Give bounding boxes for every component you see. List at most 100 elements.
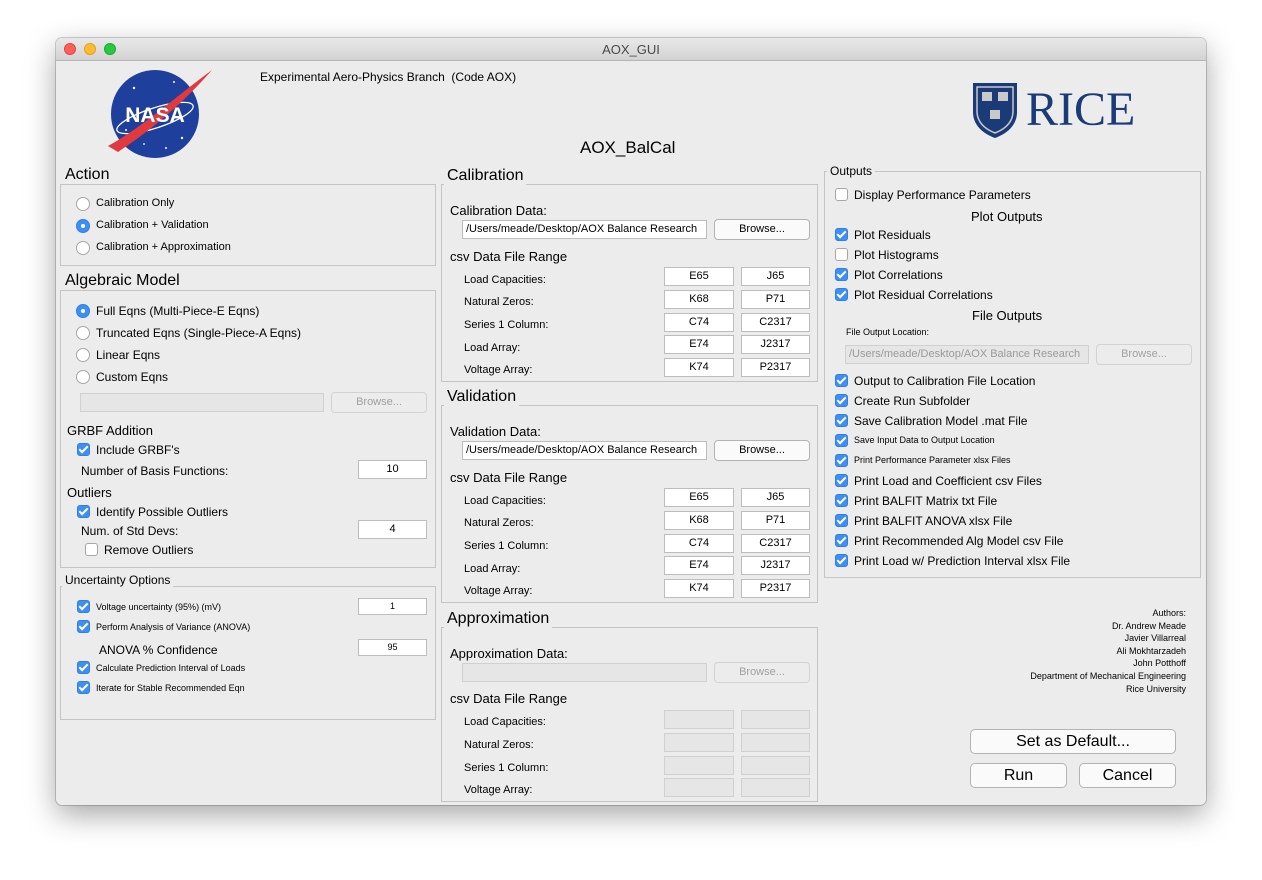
plot-residual-correlations-checkbox[interactable] bbox=[835, 288, 848, 301]
app-natural-zeros-start[interactable] bbox=[664, 733, 734, 752]
print-recommended-model-checkbox[interactable] bbox=[835, 534, 848, 547]
radio-calibration-approximation[interactable] bbox=[76, 241, 90, 255]
include-grbf-checkbox[interactable] bbox=[77, 443, 90, 456]
radio-custom-eqns[interactable] bbox=[76, 370, 90, 384]
approximation-data-path-field[interactable] bbox=[462, 663, 707, 682]
validation-data-path-field[interactable]: /Users/meade/Desktop/AOX Balance Researc… bbox=[462, 441, 707, 460]
cal-voltage-array-end[interactable]: P2317 bbox=[741, 358, 810, 377]
anova-checkbox[interactable] bbox=[77, 620, 90, 633]
cancel-button[interactable]: Cancel bbox=[1079, 763, 1176, 788]
voltage-uncertainty-input[interactable]: 1 bbox=[358, 598, 427, 615]
cal-voltage-array-start[interactable]: K74 bbox=[664, 358, 734, 377]
calibration-browse-button[interactable]: Browse... bbox=[714, 219, 810, 240]
radio-truncated-eqns[interactable] bbox=[76, 326, 90, 340]
val-natural-zeros-end[interactable]: P71 bbox=[741, 511, 810, 530]
app-load-capacities-start[interactable] bbox=[664, 710, 734, 729]
file-output-location-field[interactable]: /Users/meade/Desktop/AOX Balance Researc… bbox=[845, 345, 1089, 364]
print-prediction-interval-checkbox[interactable] bbox=[835, 554, 848, 567]
outliers-title: Outliers bbox=[67, 485, 112, 500]
app-voltage-array-end[interactable] bbox=[741, 778, 810, 797]
cal-natural-zeros-end[interactable]: P71 bbox=[741, 290, 810, 309]
val-load-capacities-end[interactable]: J65 bbox=[741, 488, 810, 507]
save-input-data-checkbox[interactable] bbox=[835, 434, 848, 447]
save-calibration-model-checkbox[interactable] bbox=[835, 414, 848, 427]
plot-correlations-checkbox[interactable] bbox=[835, 268, 848, 281]
set-as-default-button[interactable]: Set as Default... bbox=[970, 729, 1176, 754]
cal-voltage-array-label: Voltage Array: bbox=[464, 364, 533, 376]
author-line: Dr. Andrew Meade bbox=[1111, 620, 1186, 631]
val-natural-zeros-start[interactable]: K68 bbox=[664, 511, 734, 530]
plot-correlations-label: Plot Correlations bbox=[854, 268, 943, 282]
app-natural-zeros-end[interactable] bbox=[741, 733, 810, 752]
basis-functions-input[interactable]: 10 bbox=[358, 460, 427, 479]
std-devs-input[interactable]: 4 bbox=[358, 520, 427, 539]
file-outputs-title: File Outputs bbox=[972, 308, 1043, 323]
truncated-eqns-label: Truncated Eqns (Single-Piece-A Eqns) bbox=[96, 326, 301, 340]
iterate-stable-checkbox[interactable] bbox=[77, 681, 90, 694]
output-to-calibration-location-checkbox[interactable] bbox=[835, 374, 848, 387]
cal-series-column-end[interactable]: C2317 bbox=[741, 313, 810, 332]
remove-outliers-checkbox[interactable] bbox=[85, 543, 98, 556]
cal-load-array-end[interactable]: J2317 bbox=[741, 335, 810, 354]
create-run-subfolder-checkbox[interactable] bbox=[835, 394, 848, 407]
plot-residuals-checkbox[interactable] bbox=[835, 228, 848, 241]
cal-series-column-start[interactable]: C74 bbox=[664, 313, 734, 332]
create-run-subfolder-label: Create Run Subfolder bbox=[854, 394, 971, 408]
cal-load-capacities-start[interactable]: E65 bbox=[664, 267, 734, 286]
radio-calibration-validation[interactable] bbox=[76, 219, 90, 233]
plot-outputs-title: Plot Outputs bbox=[971, 209, 1043, 224]
print-balfit-matrix-checkbox[interactable] bbox=[835, 494, 848, 507]
val-voltage-array-start[interactable]: K74 bbox=[664, 579, 734, 598]
cal-natural-zeros-start[interactable]: K68 bbox=[664, 290, 734, 309]
print-load-coefficient-checkbox[interactable] bbox=[835, 474, 848, 487]
val-load-array-end[interactable]: J2317 bbox=[741, 556, 810, 575]
app-voltage-array-label: Voltage Array: bbox=[464, 784, 533, 796]
app-voltage-array-start[interactable] bbox=[664, 778, 734, 797]
val-load-array-start[interactable]: E74 bbox=[664, 556, 734, 575]
radio-calibration-only[interactable] bbox=[76, 197, 90, 211]
include-grbf-label: Include GRBF's bbox=[96, 443, 180, 457]
run-button[interactable]: Run bbox=[970, 763, 1067, 788]
print-balfit-anova-checkbox[interactable] bbox=[835, 514, 848, 527]
branch-label: Experimental Aero-Physics Branch (Code A… bbox=[260, 70, 517, 84]
app-load-capacities-end[interactable] bbox=[741, 710, 810, 729]
app-series-column-start[interactable] bbox=[664, 756, 734, 775]
radio-full-eqns[interactable] bbox=[76, 304, 90, 318]
val-voltage-array-end[interactable]: P2317 bbox=[741, 579, 810, 598]
calibration-only-label: Calibration Only bbox=[96, 197, 175, 209]
app-series-column-end[interactable] bbox=[741, 756, 810, 775]
validation-data-label: Validation Data: bbox=[450, 424, 541, 439]
author-line: Department of Mechanical Engineering bbox=[1030, 670, 1186, 681]
validation-browse-button[interactable]: Browse... bbox=[714, 440, 810, 461]
print-balfit-anova-label: Print BALFIT ANOVA xlsx File bbox=[854, 514, 1013, 528]
plot-histograms-checkbox[interactable] bbox=[835, 248, 848, 261]
calibration-title: Calibration bbox=[444, 167, 527, 185]
save-calibration-model-label: Save Calibration Model .mat File bbox=[854, 414, 1028, 428]
approximation-browse-button[interactable]: Browse... bbox=[714, 662, 810, 683]
val-series-column-start[interactable]: C74 bbox=[664, 534, 734, 553]
val-load-capacities-start[interactable]: E65 bbox=[664, 488, 734, 507]
identify-outliers-checkbox[interactable] bbox=[77, 505, 90, 518]
val-voltage-array-label: Voltage Array: bbox=[464, 585, 533, 597]
anova-label: Perform Analysis of Variance (ANOVA) bbox=[96, 622, 251, 632]
file-output-browse-button[interactable]: Browse... bbox=[1096, 344, 1192, 365]
prediction-interval-checkbox[interactable] bbox=[77, 661, 90, 674]
calibration-range-title: csv Data File Range bbox=[450, 249, 568, 264]
print-recommended-model-label: Print Recommended Alg Model csv File bbox=[854, 534, 1064, 548]
val-series-column-end[interactable]: C2317 bbox=[741, 534, 810, 553]
authors-block: Authors: Dr. Andrew Meade Javier Villarr… bbox=[986, 607, 1186, 695]
anova-confidence-input[interactable]: 95 bbox=[358, 639, 427, 656]
app-load-capacities-label: Load Capacities: bbox=[464, 716, 546, 728]
calibration-data-path-field[interactable]: /Users/meade/Desktop/AOX Balance Researc… bbox=[462, 220, 707, 239]
print-performance-xlsx-checkbox[interactable] bbox=[835, 454, 848, 467]
cal-load-capacities-end[interactable]: J65 bbox=[741, 267, 810, 286]
basis-functions-label: Number of Basis Functions: bbox=[81, 464, 229, 478]
radio-linear-eqns[interactable] bbox=[76, 348, 90, 362]
custom-eqns-browse-button[interactable]: Browse... bbox=[331, 392, 427, 413]
print-balfit-matrix-label: Print BALFIT Matrix txt File bbox=[854, 494, 998, 508]
custom-eqns-path-field[interactable] bbox=[80, 393, 324, 412]
voltage-uncertainty-checkbox[interactable] bbox=[77, 600, 90, 613]
cal-load-array-start[interactable]: E74 bbox=[664, 335, 734, 354]
display-performance-checkbox[interactable] bbox=[835, 188, 848, 201]
window-title: AOX_GUI bbox=[602, 42, 660, 57]
